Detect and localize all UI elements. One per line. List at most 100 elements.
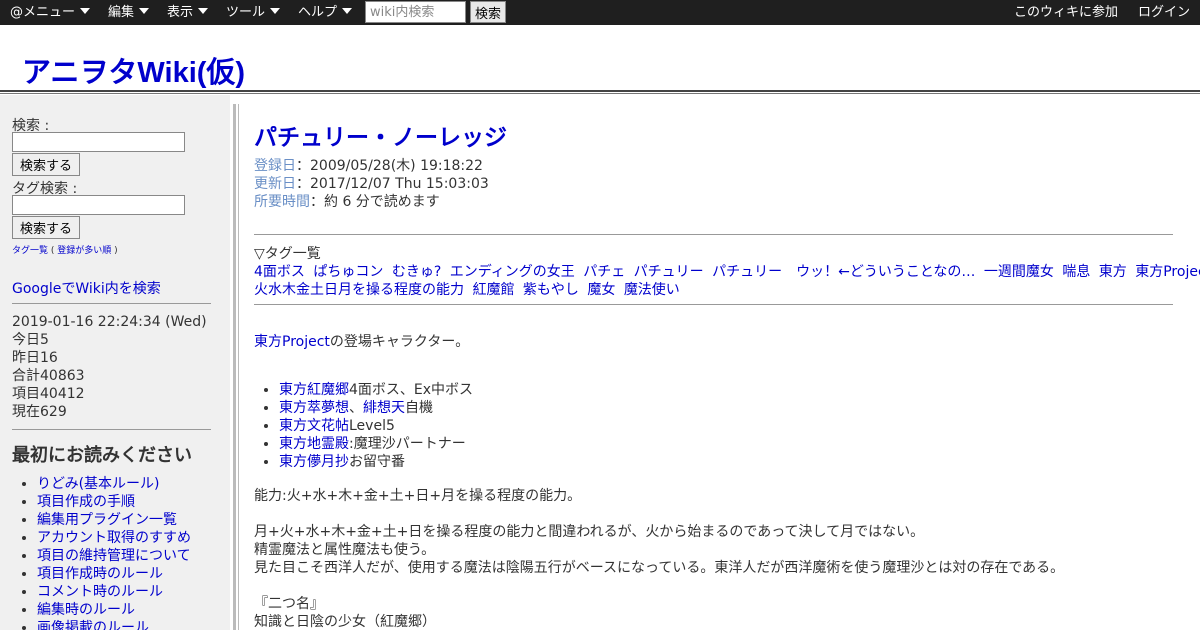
join-wiki-link[interactable]: このウィキに参加: [1014, 0, 1118, 25]
updated-date: 更新日：2017/12/07 Thu 15:03:03: [254, 173, 489, 193]
registered-value: ：2009/05/28(木) 19:18:22: [296, 158, 483, 174]
menu-atwiki-label: @メニュー: [10, 5, 76, 20]
intro-paragraph: 東方Projectの登場キャラクター。: [254, 331, 469, 351]
chevron-down-icon: [80, 8, 91, 14]
work-role: 4面ボス、Ex中ボス: [349, 382, 474, 398]
read-first-link[interactable]: アカウント取得のすすめ: [37, 530, 191, 546]
stats-datetime: 2019-01-16 22:24:34 (Wed): [12, 314, 207, 330]
list-item: 画像掲載のルール: [37, 619, 191, 630]
tag-link[interactable]: 紫もやし: [523, 282, 579, 298]
read-first-link[interactable]: コメント時のルール: [37, 584, 163, 600]
work-link[interactable]: 東方地霊殿: [279, 436, 349, 452]
tag-link[interactable]: 東方: [1099, 264, 1127, 280]
read-time: 所要時間：約 6 分で読めます: [254, 191, 440, 211]
work-separator: 、: [349, 400, 363, 416]
intro-text: の登場キャラクター。: [329, 334, 470, 350]
tag-link[interactable]: 東方Project: [1135, 264, 1200, 280]
tag-popular-link[interactable]: 登録が多い順: [57, 246, 111, 256]
touhou-project-link[interactable]: 東方Project: [254, 334, 330, 350]
tags-bottom-divider: [254, 304, 1173, 305]
tag-list-link[interactable]: タグ一覧: [12, 246, 48, 256]
menu-view[interactable]: 表示: [167, 0, 209, 25]
tag-link[interactable]: 火水木金土日月を操る程度の能力: [254, 282, 464, 298]
tag-link[interactable]: ぱちゅコン: [313, 264, 383, 280]
menu-help[interactable]: ヘルプ: [298, 0, 353, 25]
list-item: 東方萃夢想、緋想天自機: [279, 399, 473, 417]
tag-link[interactable]: パチュリー ウッ！←どういうことなの…: [712, 264, 975, 280]
registered-date: 登録日：2009/05/28(木) 19:18:22: [254, 155, 483, 175]
updated-label: 更新日: [254, 176, 296, 192]
tag-row: 火水木金土日月を操る程度の能力 紅魔館 紫もやし 魔女 魔法使い: [254, 279, 684, 299]
sidebar-divider: [12, 429, 211, 430]
top-menu-bar: @メニュー 編集 表示 ツール ヘルプ 検索 このウィキに参加 ログイン: [0, 0, 1200, 25]
body-paragraph: 見た目こそ西洋人だが、使用する魔法は陰陽五行がベースになっている。東洋人だが西洋…: [254, 560, 1065, 576]
work-role: :魔理沙パートナー: [349, 436, 466, 452]
tag-link[interactable]: 紅魔館: [472, 282, 514, 298]
menu-tools[interactable]: ツール: [226, 0, 281, 25]
tag-link[interactable]: むきゅ?: [392, 264, 441, 280]
sidebar-divider: [12, 303, 211, 304]
list-item: 編集用プラグイン一覧: [37, 511, 191, 529]
stats-items: 項目40412: [12, 386, 85, 402]
menu-help-label: ヘルプ: [298, 5, 338, 20]
read-time-value: ：約 6 分で読めます: [310, 194, 440, 210]
read-first-link[interactable]: 画像掲載のルール: [37, 620, 149, 630]
work-link[interactable]: 緋想天: [363, 400, 405, 416]
chevron-down-icon: [198, 8, 209, 14]
chevron-down-icon: [270, 8, 281, 14]
list-item: 東方文花帖Level5: [279, 417, 473, 435]
list-item: 編集時のルール: [37, 601, 191, 619]
tag-link[interactable]: パチェ: [583, 264, 625, 280]
sidebar-search-button[interactable]: 検索する: [12, 153, 80, 176]
work-role: お留守番: [349, 454, 405, 470]
stats-current: 現在629: [12, 404, 67, 420]
tag-link[interactable]: パチュリー: [634, 264, 704, 280]
read-first-link[interactable]: 編集時のルール: [37, 602, 135, 618]
site-title[interactable]: アニヲタWiki(仮): [22, 49, 245, 91]
menu-atwiki[interactable]: @メニュー: [10, 0, 91, 25]
wiki-search-button[interactable]: 検索: [470, 1, 506, 23]
google-search-link[interactable]: GoogleでWiki内を検索: [12, 278, 161, 298]
list-item: 項目作成の手順: [37, 493, 191, 511]
read-time-label: 所要時間: [254, 194, 310, 210]
read-first-link[interactable]: りどみ(基本ルール): [37, 476, 160, 492]
chevron-down-icon: [139, 8, 150, 14]
tag-link[interactable]: 一週間魔女: [984, 264, 1054, 280]
paren-close: ): [111, 246, 118, 256]
wiki-search-input[interactable]: [365, 1, 466, 23]
sidebar-search-input[interactable]: [12, 132, 185, 152]
body-paragraph: 月+火+水+木+金+土+日を操る程度の能力と間違われるが、火から始まるのであって…: [254, 524, 925, 540]
page-title[interactable]: パチュリー・ノーレッジ: [254, 118, 507, 152]
read-first-link[interactable]: 項目作成の手順: [37, 494, 135, 510]
read-first-link[interactable]: 編集用プラグイン一覧: [37, 512, 177, 528]
read-first-heading: 最初にお読みください: [12, 445, 192, 466]
ability-line: 能力:火+水+木+金+土+日+月を操る程度の能力。: [254, 488, 582, 504]
menu-tools-label: ツール: [226, 5, 266, 20]
tag-link[interactable]: 喘息: [1062, 264, 1090, 280]
work-link[interactable]: 東方文花帖: [279, 418, 349, 434]
tag-links: タグ一覧 ( 登録が多い順 ): [12, 243, 118, 256]
menu-view-label: 表示: [167, 5, 194, 20]
work-link[interactable]: 東方紅魔郷: [279, 382, 349, 398]
stats-total: 合計40863: [12, 368, 85, 384]
tag-search-button[interactable]: 検索する: [12, 216, 80, 239]
list-item: 項目の維持管理について: [37, 547, 191, 565]
tag-link[interactable]: 4面ボス: [254, 264, 305, 280]
tag-search-input[interactable]: [12, 195, 185, 215]
work-link[interactable]: 東方儚月抄: [279, 454, 349, 470]
appearance-list: 東方紅魔郷4面ボス、Ex中ボス 東方萃夢想、緋想天自機 東方文花帖Level5 …: [279, 381, 473, 471]
list-item: 項目作成時のルール: [37, 565, 191, 583]
list-item: コメント時のルール: [37, 583, 191, 601]
list-item: りどみ(基本ルール): [37, 475, 191, 493]
stats-yesterday: 昨日16: [12, 350, 58, 366]
tag-link[interactable]: 魔法使い: [624, 282, 680, 298]
access-stats: 2019-01-16 22:24:34 (Wed) 今日5 昨日16 合計408…: [12, 313, 207, 421]
tag-link[interactable]: エンディングの女王: [450, 264, 575, 280]
read-first-link[interactable]: 項目作成時のルール: [37, 566, 163, 582]
tag-link[interactable]: 魔女: [587, 282, 615, 298]
read-first-link[interactable]: 項目の維持管理について: [37, 548, 191, 564]
tags-heading[interactable]: ▽タグ一覧: [254, 243, 321, 263]
menu-edit[interactable]: 編集: [108, 0, 150, 25]
work-link[interactable]: 東方萃夢想: [279, 400, 349, 416]
login-link[interactable]: ログイン: [1138, 0, 1190, 25]
